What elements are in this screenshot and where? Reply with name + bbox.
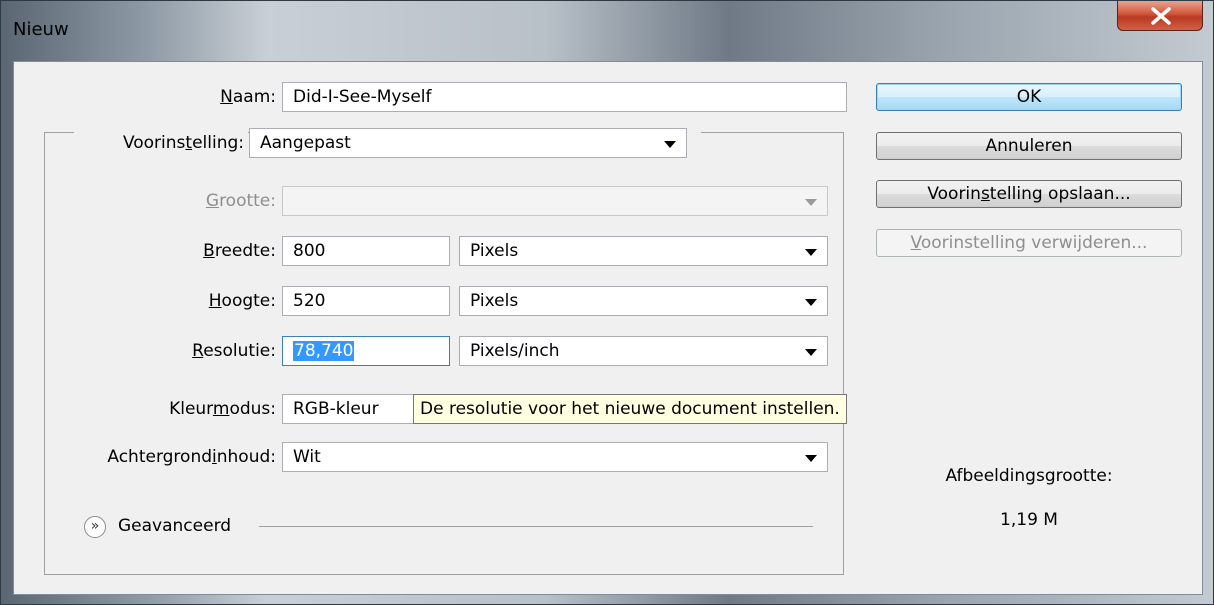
height-input[interactable]: 520 [282, 286, 450, 316]
size-select[interactable] [282, 186, 828, 216]
color-mode-label: Kleurmodus: [169, 399, 276, 419]
width-label: Breedte: [203, 241, 276, 261]
background-label: Achtergrondinhoud: [107, 447, 276, 467]
preset-value: Aangepast [260, 133, 351, 153]
resolution-tooltip: De resolutie voor het nieuwe document in… [413, 394, 847, 424]
chevron-down-icon [805, 249, 817, 256]
width-unit-select[interactable]: Pixels [459, 236, 828, 266]
resolution-input[interactable]: 78,740 [282, 336, 450, 366]
preset-label: Voorinstelling: [74, 128, 248, 158]
chevron-down-icon [664, 141, 676, 148]
height-unit-value: Pixels [470, 291, 519, 311]
cancel-button[interactable]: Annuleren [876, 132, 1182, 160]
size-label: Grootte: [205, 191, 276, 211]
double-chevron-down-icon[interactable]: » [84, 516, 106, 538]
ok-button[interactable]: OK [876, 83, 1182, 111]
resolution-label: Resolutie: [192, 341, 276, 361]
close-button[interactable] [1117, 1, 1203, 31]
window-title: Nieuw [13, 19, 69, 40]
dialog-client: Naam: Did-I-See-Myself Voorinstelling: A… [13, 61, 1203, 595]
advanced-divider [259, 526, 813, 527]
width-input[interactable]: 800 [282, 236, 450, 266]
group-gap [687, 128, 701, 158]
chevron-down-icon [805, 299, 817, 306]
color-mode-value: RGB-kleur [293, 399, 379, 419]
dialog-window: Nieuw Naam: Did-I-See-Myself Voorinstell… [0, 0, 1214, 605]
background-value: Wit [293, 447, 321, 467]
chevron-down-icon [805, 199, 817, 206]
name-input[interactable]: Did-I-See-Myself [282, 82, 847, 112]
resolution-value: 78,740 [293, 341, 355, 361]
close-icon [1151, 7, 1171, 25]
advanced-label[interactable]: Geavanceerd [118, 511, 231, 541]
image-size-label: Afbeeldingsgrootte: [945, 466, 1113, 486]
height-label: Hoogte: [208, 291, 276, 311]
delete-preset-button[interactable]: Voorinstelling verwijderen... [876, 229, 1182, 257]
resolution-unit-select[interactable]: Pixels/inch [459, 336, 828, 366]
resolution-unit-value: Pixels/inch [470, 341, 560, 361]
height-unit-select[interactable]: Pixels [459, 286, 828, 316]
image-size-value: 1,19 M [1000, 510, 1058, 530]
chevron-down-icon [805, 455, 817, 462]
save-preset-button[interactable]: Voorinstelling opslaan... [876, 180, 1182, 208]
background-select[interactable]: Wit [282, 442, 828, 472]
width-unit-value: Pixels [470, 241, 519, 261]
chevron-down-icon [805, 349, 817, 356]
name-label: Naam: [220, 87, 276, 107]
preset-select[interactable]: Aangepast [249, 128, 687, 158]
